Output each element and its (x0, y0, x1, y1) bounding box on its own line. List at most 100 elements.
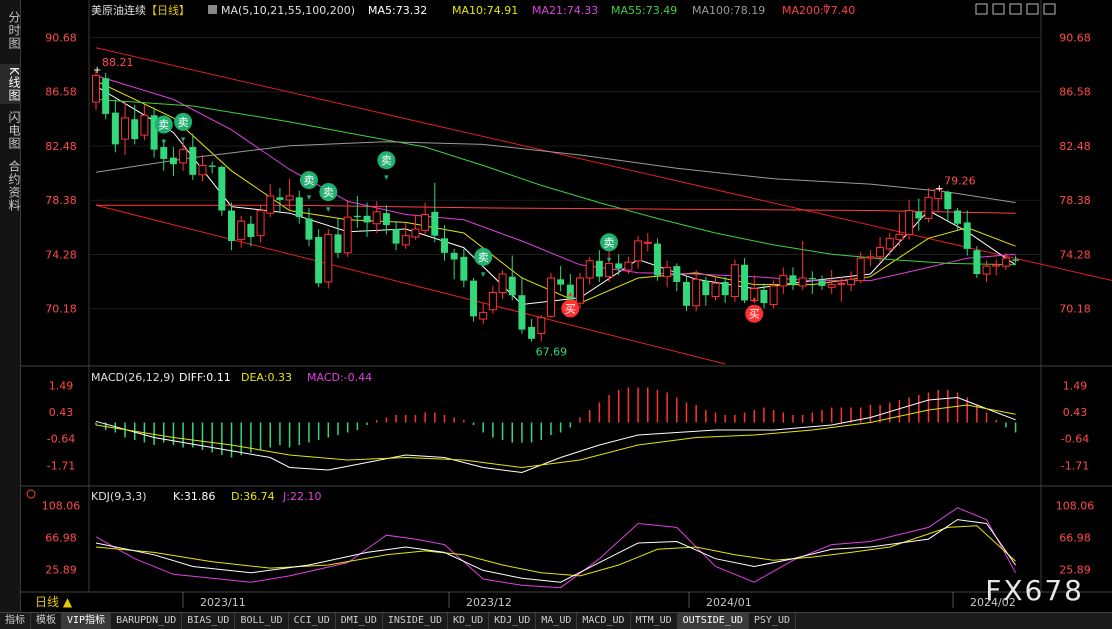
candlestick-chart[interactable]: 美原油连续 【日线】 MA(5,10,21,55,100,200) MA5:73.32… (21, 0, 1112, 612)
candle-body (363, 215, 371, 223)
candle-body (769, 285, 778, 305)
grid-icon[interactable] (1026, 3, 1039, 15)
y-tick-right: 70.18 (1059, 303, 1091, 316)
indicator-tab-vip-[interactable]: VIP指标 (62, 613, 112, 629)
candle (663, 260, 672, 288)
candle-body (760, 289, 768, 304)
candle (866, 250, 875, 267)
candle-body (450, 252, 458, 260)
candle-body (121, 117, 130, 140)
candle (266, 184, 275, 218)
candle (895, 213, 904, 247)
sidebar-tab-3[interactable]: 合约资料 (0, 158, 21, 214)
candle (198, 154, 207, 182)
zoom-in-icon[interactable] (1009, 3, 1022, 15)
signal-arrow-icon: ▴ (752, 295, 757, 305)
settings-icon[interactable] (1043, 3, 1056, 15)
candle (189, 133, 197, 181)
indicator-tab-bias-ud[interactable]: BIAS_UD (182, 613, 236, 629)
candle-body (518, 295, 526, 330)
candle (228, 202, 236, 251)
candle-body (179, 149, 188, 164)
candle-body (546, 277, 555, 317)
ma-value-1: MA10:74.91 (452, 4, 518, 17)
candle (256, 205, 265, 243)
toolbar-icon-frame (975, 3, 988, 15)
y-tick-right: 78.38 (1059, 194, 1091, 207)
sidebar-tab-1[interactable]: K线图 (0, 64, 21, 104)
candle-body (401, 235, 410, 246)
price-annotation: 88.21 (102, 56, 134, 69)
candle-body (334, 234, 342, 253)
y-tick-left: 86.58 (45, 86, 77, 99)
indicator-tab-barupdn-ud[interactable]: BARUPDN_UD (111, 613, 183, 629)
signal-arrow-icon: ▾ (161, 138, 166, 148)
indicator-tab-kdj-ud[interactable]: KDJ_UD (489, 613, 537, 629)
candle-body (847, 278, 856, 286)
sidebar-tab-2[interactable]: 闪电图 (0, 104, 21, 156)
candle-body (673, 266, 681, 282)
candle-body (111, 112, 119, 145)
window-icon[interactable] (975, 3, 988, 15)
candle-body (692, 278, 701, 307)
period-selector[interactable]: 日线 ▲ (35, 595, 73, 609)
kdj-y-tick-left: 25.89 (45, 564, 77, 577)
macd-value-1: DEA:0.33 (241, 371, 292, 384)
candle (973, 246, 981, 278)
signal-label: 卖 (381, 154, 392, 167)
kdj-k-line (95, 519, 1017, 583)
period-label: 【日线】 (146, 3, 190, 17)
candle-body (895, 233, 904, 241)
kdj-j-line (95, 507, 1017, 589)
ma-params: MA(5,10,21,55,100,200) (221, 4, 355, 17)
candle-body (1001, 257, 1010, 267)
candle-body (276, 197, 284, 200)
indicator-tab-psy-ud[interactable]: PSY_UD (749, 613, 796, 629)
indicator-tab-cci-ud[interactable]: CCI_UD (289, 613, 336, 629)
macd-y-tick-right: 1.49 (1063, 379, 1088, 392)
candle (363, 202, 371, 237)
candle-body (411, 228, 420, 238)
macd-diff-line (95, 396, 1016, 474)
candle (546, 272, 555, 318)
candle-body (557, 279, 565, 285)
kdj-y-tick-left: 108.06 (42, 499, 81, 512)
trend-line-1 (95, 204, 726, 365)
indicator-tab-outside-ud[interactable]: OUTSIDE_UD (677, 613, 749, 629)
candle-body (353, 215, 361, 218)
kdj-value-2: J:22.10 (282, 490, 321, 503)
x-tick-label: 2024/01 (706, 596, 752, 609)
zoom-out-icon[interactable] (992, 3, 1005, 15)
candle-body (343, 216, 352, 254)
signal-arrow-icon: ▾ (307, 193, 312, 203)
candle (818, 275, 826, 290)
indicator-tab-boll-ud[interactable]: BOLL_UD (235, 613, 289, 629)
indicator-tab--[interactable]: 模板 (31, 613, 62, 629)
candle-body (827, 284, 836, 288)
candle-body (885, 237, 894, 250)
candle-body (798, 277, 807, 287)
candle (121, 102, 130, 155)
macd-y-tick-left: 1.49 (49, 379, 74, 392)
kdj-y-tick-left: 66.98 (45, 532, 77, 545)
sidebar-tab-0[interactable]: 分时图 (0, 4, 21, 56)
candle-body (866, 256, 875, 259)
indicator-tab-inside-ud[interactable]: INSIDE_UD (383, 613, 449, 629)
y-tick-left: 82.48 (45, 140, 77, 153)
indicator-tab-mtm-ud[interactable]: MTM_UD (631, 613, 678, 629)
indicator-tab-macd-ud[interactable]: MACD_UD (577, 613, 631, 629)
candle-body (711, 282, 720, 298)
candle (721, 276, 729, 304)
candle (1012, 255, 1020, 264)
indicator-tab--[interactable]: 指标 (0, 613, 31, 629)
candle (479, 303, 488, 325)
candle (295, 190, 303, 224)
candle-body (1012, 259, 1020, 261)
candle (276, 188, 284, 212)
indicator-tab-kd-ud[interactable]: KD_UD (448, 613, 490, 629)
indicator-tab-dmi-ud[interactable]: DMI_UD (336, 613, 383, 629)
indicator-tab-ma-ud[interactable]: MA_UD (536, 613, 578, 629)
candle (963, 210, 971, 256)
sell-signal: 卖▾ (600, 233, 619, 265)
signal-label: 买 (749, 308, 760, 321)
